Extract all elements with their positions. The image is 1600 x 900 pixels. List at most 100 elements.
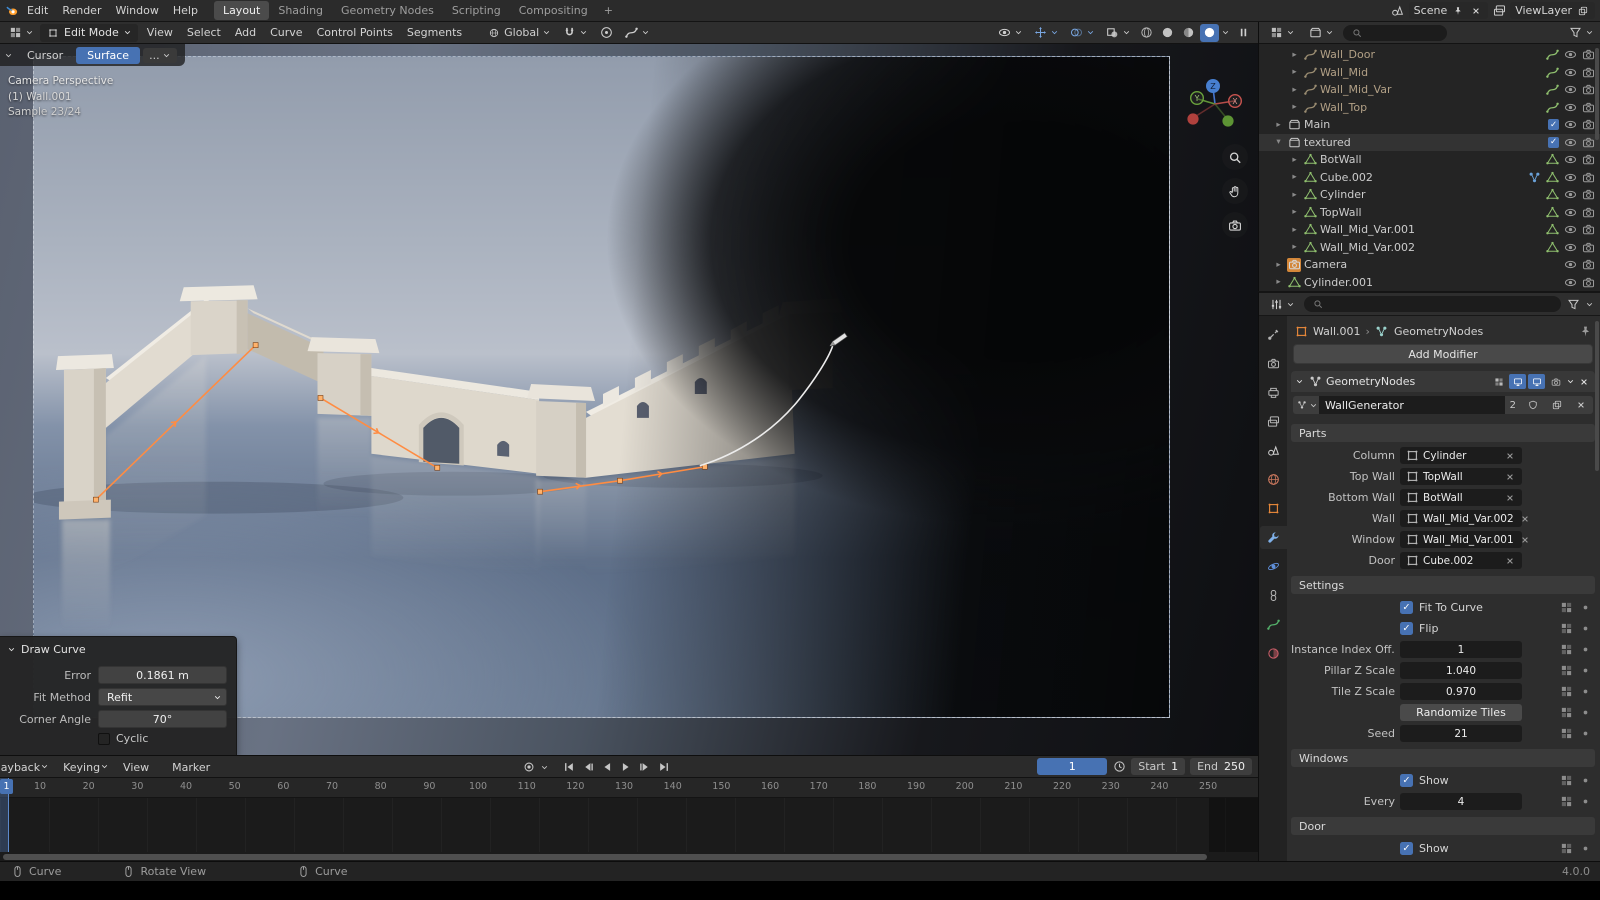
close-icon[interactable]	[1503, 554, 1517, 568]
number-field-seed[interactable]: 21	[1400, 725, 1522, 742]
breadcrumb-object[interactable]: Wall.001	[1313, 325, 1361, 338]
expand-arrow[interactable]: ▸	[1289, 85, 1300, 95]
blender-logo-icon[interactable]	[5, 4, 19, 18]
camera-icon[interactable]	[1581, 275, 1595, 289]
display-in-editmode-toggle[interactable]	[1490, 374, 1507, 389]
proportional-editing-toggle[interactable]	[595, 25, 617, 41]
deco-grid-icon[interactable]	[1559, 664, 1573, 678]
timeline-menu-keying[interactable]: Keying	[56, 759, 116, 776]
mesh-data-icon[interactable]	[1545, 153, 1559, 167]
camera-icon[interactable]	[1581, 188, 1595, 202]
mesh-data-icon[interactable]	[1545, 240, 1559, 254]
deco-grid-icon[interactable]	[1559, 601, 1573, 615]
workspace-tab-scripting[interactable]: Scripting	[443, 1, 510, 20]
pin-icon[interactable]	[1451, 4, 1465, 18]
fit-method-select[interactable]: Refit	[98, 688, 227, 706]
close-icon[interactable]	[1518, 512, 1532, 526]
start-frame-field[interactable]: Start 1	[1131, 758, 1186, 775]
panel-header-settings[interactable]: Settings	[1291, 576, 1595, 594]
dot-icon[interactable]	[1578, 622, 1592, 636]
playhead-frame-label[interactable]: 1	[0, 779, 13, 794]
eye-icon[interactable]	[1563, 275, 1577, 289]
properties-tab-tool[interactable]	[1260, 323, 1287, 346]
properties-tab-render[interactable]	[1260, 352, 1287, 375]
camera-icon[interactable]	[1581, 170, 1595, 184]
timeline-menu-view[interactable]: View	[116, 759, 165, 776]
chevron-down-icon[interactable]	[1585, 28, 1594, 37]
properties-tab-material[interactable]	[1260, 642, 1287, 665]
prev-keyframe-button[interactable]	[579, 759, 596, 776]
shading-rendered-button[interactable]	[1200, 23, 1219, 42]
jump-start-button[interactable]	[560, 759, 577, 776]
editor-options-button[interactable]	[1232, 25, 1254, 41]
properties-tab-constraints[interactable]	[1260, 584, 1287, 607]
mesh-data-icon[interactable]	[1545, 205, 1559, 219]
camera-icon[interactable]	[1581, 48, 1595, 62]
close-icon[interactable]	[1503, 449, 1517, 463]
outliner-item-cube-002[interactable]: ▸ Cube.002	[1259, 169, 1600, 187]
dot-icon[interactable]	[1578, 842, 1592, 856]
number-field-instance-index-off-[interactable]: 1	[1400, 641, 1522, 658]
panel-header-parts[interactable]: Parts	[1291, 424, 1595, 442]
viewport-3d[interactable]: Cursor Surface ... Camera Perspective (1) …	[0, 44, 1258, 755]
expand-arrow[interactable]: ▸	[1273, 120, 1284, 130]
add-workspace-button[interactable]: +	[598, 2, 619, 19]
mesh-data-icon[interactable]	[1545, 170, 1559, 184]
tool-more-dropdown[interactable]: ...	[143, 47, 177, 63]
curve-data-icon[interactable]	[1545, 83, 1559, 97]
editor-type-button[interactable]	[4, 25, 38, 41]
camera-icon[interactable]	[1581, 223, 1595, 237]
dot-icon[interactable]	[1578, 643, 1592, 657]
eye-icon[interactable]	[1563, 48, 1577, 62]
outliner-item-wall-mid-var[interactable]: ▸ Wall_Mid_Var	[1259, 81, 1600, 99]
camera-icon[interactable]	[1581, 65, 1595, 79]
shading-solid-button[interactable]	[1158, 24, 1177, 42]
error-field[interactable]: 0.1861 m	[98, 666, 227, 684]
deco-grid-icon[interactable]	[1559, 706, 1573, 720]
close-icon[interactable]	[1503, 491, 1517, 505]
dot-icon[interactable]	[1578, 795, 1592, 809]
scene-browse-icon[interactable]	[1391, 4, 1405, 18]
pin-icon[interactable]	[1578, 324, 1592, 338]
viewport-menu-control-points[interactable]: Control Points	[310, 24, 400, 41]
deco-grid-icon[interactable]	[1559, 795, 1573, 809]
checkbox-fit-to-curve[interactable]: ✓	[1400, 601, 1413, 614]
workspace-tab-geometry-nodes[interactable]: Geometry Nodes	[332, 1, 443, 20]
object-field-top-wall[interactable]: TopWall	[1400, 468, 1522, 485]
editor-type-button[interactable]	[1265, 296, 1299, 312]
eye-icon[interactable]	[1563, 223, 1577, 237]
dot-icon[interactable]	[1578, 706, 1592, 720]
properties-tab-physics[interactable]	[1260, 555, 1287, 578]
deco-grid-icon[interactable]	[1559, 685, 1573, 699]
properties-scrollbar[interactable]	[1595, 321, 1599, 471]
unlink-scene-icon[interactable]	[1469, 4, 1483, 18]
workspace-tab-layout[interactable]: Layout	[213, 1, 270, 20]
camera-icon[interactable]	[1581, 135, 1595, 149]
deco-grid-icon[interactable]	[1559, 774, 1573, 788]
camera-icon[interactable]	[1581, 100, 1595, 114]
outliner-item-main[interactable]: ▸ Main ✓	[1259, 116, 1600, 134]
checkbox-show[interactable]: ✓	[1400, 774, 1413, 787]
properties-tab-scene[interactable]	[1260, 439, 1287, 462]
new-view-layer-icon[interactable]	[1576, 4, 1590, 18]
properties-tab-data[interactable]	[1260, 613, 1287, 636]
eye-icon[interactable]	[1563, 100, 1577, 114]
camera-icon[interactable]	[1581, 83, 1595, 97]
mesh-data-icon[interactable]	[1545, 188, 1559, 202]
modifier-name[interactable]: GeometryNodes	[1326, 375, 1415, 388]
bezier-handles[interactable]	[95, 344, 705, 501]
delete-modifier-icon[interactable]	[1577, 375, 1591, 389]
curve-data-icon[interactable]	[1545, 48, 1559, 62]
expand-arrow[interactable]: ▸	[1289, 242, 1300, 252]
checkbox-show[interactable]: ✓	[1400, 842, 1413, 855]
object-field-wall[interactable]: Wall_Mid_Var.002	[1400, 510, 1528, 527]
outliner-item-wall-top[interactable]: ▸ Wall_Top	[1259, 99, 1600, 117]
search-input[interactable]	[1343, 24, 1447, 41]
collapse-panel-icon[interactable]	[7, 645, 16, 654]
dot-icon[interactable]	[1578, 727, 1592, 741]
viewport-menu-curve[interactable]: Curve	[263, 24, 309, 41]
expand-arrow[interactable]: ▸	[1289, 207, 1300, 217]
clock-icon[interactable]	[1112, 760, 1126, 774]
jump-end-button[interactable]	[655, 759, 672, 776]
timeline-track-area[interactable]: 10 20 30 40 50 60 70 80 90 100 110 120 130 140 150 160 1…	[0, 778, 1258, 862]
